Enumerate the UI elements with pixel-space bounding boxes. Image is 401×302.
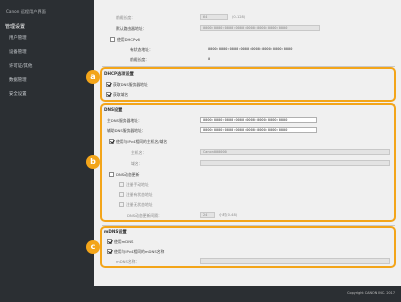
sidebar-item-license-other[interactable]: 许可证/其他 [9, 63, 32, 69]
stateful-address-value: 0000:0000:0000:0000:0000:0000:0000:0000 [208, 47, 293, 51]
callout-frame-a [100, 67, 396, 102]
callout-badge-a: a [86, 70, 100, 84]
sidebar: Canon 远程用户界面 管理设置 用户管理 设备管理 许可证/其他 数据管理 … [0, 0, 94, 286]
use-dhcpv6-checkbox[interactable] [110, 37, 115, 42]
stateful-prefix-value: 0 [208, 57, 211, 61]
stateful-prefix-label: 前缀长度： [130, 57, 149, 62]
sidebar-heading: 管理设置 [5, 24, 26, 30]
callout-badge-b: b [86, 155, 100, 169]
prefix-length-label: 前缀长度： [116, 15, 135, 20]
prefix-length-range: (0-128) [232, 15, 246, 19]
default-gateway-input[interactable]: 0000:0000:0000:0000:0000:0000:0000:0000 [200, 25, 320, 31]
sidebar-item-security-settings[interactable]: 安全设置 [9, 91, 27, 97]
callout-frame-b [100, 103, 396, 222]
stateful-address-label: 有状态地址： [130, 47, 153, 52]
use-dhcpv6-label: 使用DHCPv6 [117, 37, 140, 42]
footer: Copyright CANON INC. 2017 [0, 286, 401, 302]
default-gateway-label: 默认路由器地址： [116, 26, 147, 31]
callout-badge-c: c [86, 240, 100, 254]
copyright-text: Copyright CANON INC. 2017 [347, 291, 395, 295]
sidebar-title: Canon 远程用户界面 [6, 9, 46, 14]
sidebar-item-data-management[interactable]: 数据管理 [9, 77, 27, 83]
callout-frame-c [100, 226, 396, 268]
sidebar-item-device-management[interactable]: 设备管理 [9, 49, 27, 55]
sidebar-item-user-management[interactable]: 用户管理 [9, 35, 27, 41]
prefix-length-input[interactable]: 64 [200, 14, 228, 20]
